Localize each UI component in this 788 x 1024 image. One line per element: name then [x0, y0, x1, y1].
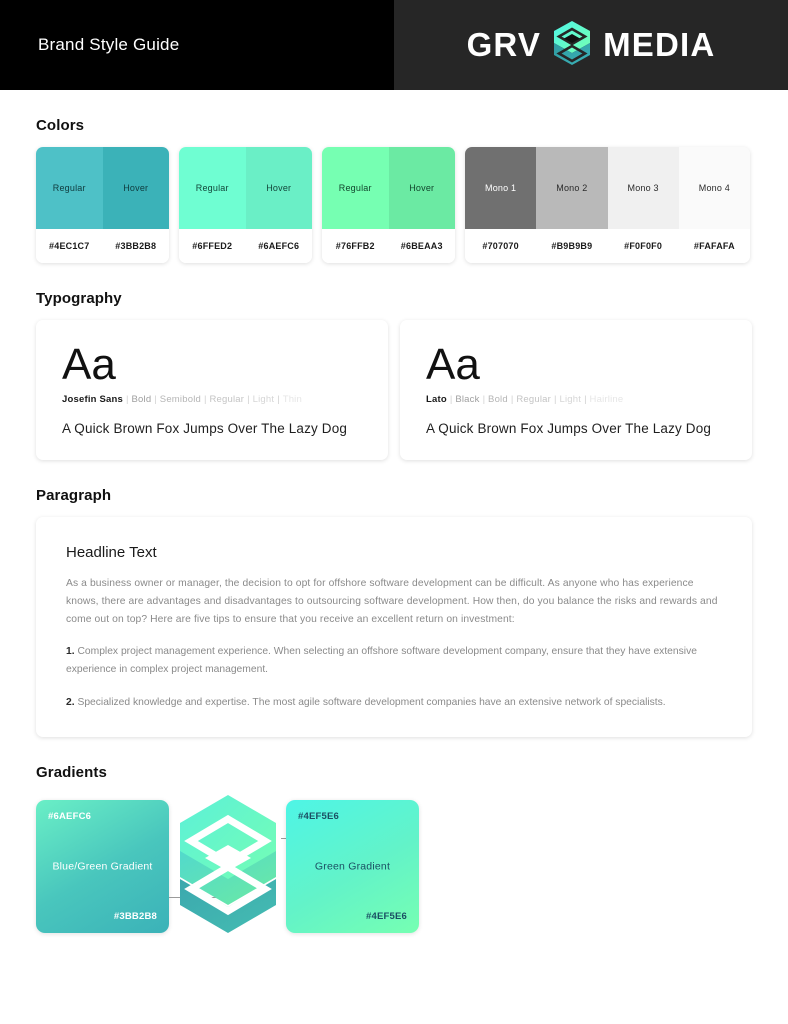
logo-wordmark-right: MEDIA — [603, 26, 716, 63]
paragraph-item-number: 1. — [66, 646, 78, 658]
paragraph-headline: Headline Text — [66, 544, 157, 562]
color-hex-label: #6FFED2 — [192, 241, 233, 251]
color-hex-label: #6AEFC6 — [258, 241, 300, 251]
gradient-green-top-hex: #4EF5E6 — [298, 811, 340, 823]
typography-section-title: Typography — [36, 290, 122, 307]
swatch-strip: Regular Hover — [322, 147, 455, 229]
color-hex-label: #707070 — [482, 241, 519, 251]
grv-hexagon-logo-icon — [554, 20, 591, 70]
weight-separator: | — [510, 394, 514, 406]
paragraph-items: 1. Complex project management experience… — [66, 643, 722, 711]
weight-separator: | — [482, 394, 486, 406]
typography-row: Aa Josefin Sans | Bold | Semibold | Regular | Lig… — [36, 320, 752, 461]
gradient-green-name: Green Gradient — [314, 860, 391, 873]
typography-weight-label: Light — [559, 394, 582, 406]
color-card: Mono 1 Mono 2 Mono 3 Mono 4 #707070 #B9B9B9 #F… — [465, 147, 750, 263]
weight-separator: | — [126, 394, 129, 406]
hex-strip: #707070 #B9B9B9 #F0F0F0 #FAFAFA — [465, 229, 750, 263]
gradients-row: #6AEFC6 Blue/Green Gradient #3BB2B8 #4EF… — [36, 794, 752, 939]
page-header: Brand Style Guide GRV MEDIA — [0, 0, 788, 90]
weight-separator: | — [154, 394, 157, 406]
color-card: Regular Hover #76FFB2 #6BEAA3 — [322, 147, 455, 263]
color-card: Regular Hover #4EC1C7 #3BB2B8 — [36, 147, 169, 263]
paragraph-item-number: 2. — [66, 696, 78, 708]
color-hex-label: #F0F0F0 — [624, 241, 663, 251]
typography-pangram: A Quick Brown Fox Jumps Over The Lazy Do… — [62, 421, 348, 437]
hex-strip: #6FFED2 #6AEFC6 — [179, 229, 312, 263]
color-hex-label: #6BEAA3 — [400, 241, 443, 251]
typography-weight-label: Thin — [282, 394, 302, 406]
typography-card: Aa Josefin Sans | Bold | Semibold | Regular | Lig… — [36, 320, 388, 461]
typography-weight-label: Regular — [516, 394, 551, 406]
color-swatch[interactable]: Hover — [388, 147, 455, 229]
colors-row: Regular Hover #4EC1C7 #3BB2B8 Regular Hover #6… — [36, 147, 752, 263]
weight-separator: | — [449, 394, 453, 406]
gradient-logo-slot — [175, 794, 280, 939]
typography-pangram: A Quick Brown Fox Jumps Over The Lazy Do… — [426, 421, 712, 437]
typography-weight-label: Hairline — [589, 394, 624, 406]
typography-card: Aa Lato | Black | Bold | Regular | Light | Hairline… — [400, 320, 752, 461]
colors-section-title: Colors — [36, 117, 85, 134]
typography-weight-label: Bold — [131, 394, 152, 406]
color-swatch[interactable]: Hover — [245, 147, 312, 229]
weight-separator: | — [247, 394, 250, 406]
weight-separator: | — [204, 394, 207, 406]
grv-hexagon-logo-icon — [177, 793, 279, 940]
gradient-blue-bottom-hex: #3BB2B8 — [113, 911, 157, 923]
gradients-section-title: Gradients — [36, 764, 107, 782]
color-hex-label: #4EC1C7 — [49, 241, 90, 251]
typography-family-name: Lato — [426, 394, 447, 406]
weight-separator: | — [277, 394, 280, 406]
paragraph-list-item: 2. Specialized knowledge and expertise. … — [66, 694, 722, 712]
color-swatch[interactable]: Mono 2 — [536, 147, 608, 229]
gradient-blue-name: Blue/Green Gradient — [52, 860, 153, 873]
typography-weights: Josefin Sans | Bold | Semibold | Regular | Light… — [62, 394, 362, 405]
swatch-strip: Regular Hover — [36, 147, 169, 229]
color-swatch[interactable]: Hover — [102, 147, 169, 229]
gradient-card-green: #4EF5E6 Green Gradient #4EF5E6 — [286, 800, 419, 934]
typography-family-name: Josefin Sans — [62, 394, 124, 406]
gradient-card-blue-green: #6AEFC6 Blue/Green Gradient #3BB2B8 — [36, 800, 169, 934]
color-hex-label: #B9B9B9 — [551, 241, 593, 251]
paragraph-card: Headline Text As a business owner or man… — [36, 517, 752, 738]
color-hex-label: #76FFB2 — [335, 241, 375, 251]
paragraph-item-text: Specialized knowledge and expertise. The… — [77, 696, 666, 708]
color-swatch[interactable]: Regular — [36, 147, 103, 229]
weight-separator: | — [584, 394, 587, 406]
typography-weight-label: Bold — [488, 394, 508, 406]
typography-weights: Lato | Black | Bold | Regular | Light | Hairline — [426, 394, 726, 405]
typography-weight-label: Regular — [209, 394, 245, 406]
swatch-strip: Regular Hover — [179, 147, 312, 229]
paragraph-list-item: 1. Complex project management experience… — [66, 643, 722, 678]
color-swatch[interactable]: Mono 4 — [678, 147, 750, 229]
color-swatch[interactable]: Regular — [179, 147, 246, 229]
page-title: Brand Style Guide — [38, 35, 180, 54]
typography-weight-label: Semibold — [159, 394, 201, 406]
typography-specimen: Aa — [426, 340, 480, 389]
hex-strip: #76FFB2 #6BEAA3 — [322, 229, 455, 263]
paragraph-intro: As a business owner or manager, the deci… — [66, 578, 718, 625]
typography-weight-label: Light — [252, 394, 275, 406]
paragraph-section-title: Paragraph — [36, 487, 112, 505]
typography-weight-label: Black — [455, 394, 480, 406]
color-swatch[interactable]: Regular — [322, 147, 389, 229]
color-card: Regular Hover #6FFED2 #6AEFC6 — [179, 147, 312, 263]
header-left-panel: Brand Style Guide — [0, 0, 394, 90]
header-logo-panel: GRV MEDIA — [394, 0, 788, 90]
color-hex-label: #3BB2B8 — [115, 241, 157, 251]
hex-strip: #4EC1C7 #3BB2B8 — [36, 229, 169, 263]
weight-separator: | — [554, 394, 557, 406]
swatch-strip: Mono 1 Mono 2 Mono 3 Mono 4 — [465, 147, 750, 229]
paragraph-item-text: Complex project management experience. W… — [66, 646, 697, 675]
gradient-blue-top-hex: #6AEFC6 — [48, 811, 92, 823]
logo-wordmark-left: GRV — [466, 26, 542, 63]
typography-specimen: Aa — [62, 340, 116, 389]
color-hex-label: #FAFAFA — [693, 241, 735, 251]
color-swatch[interactable]: Mono 1 — [465, 147, 537, 229]
gradient-green-bottom-hex: #4EF5E6 — [365, 911, 407, 923]
color-swatch[interactable]: Mono 3 — [607, 147, 679, 229]
